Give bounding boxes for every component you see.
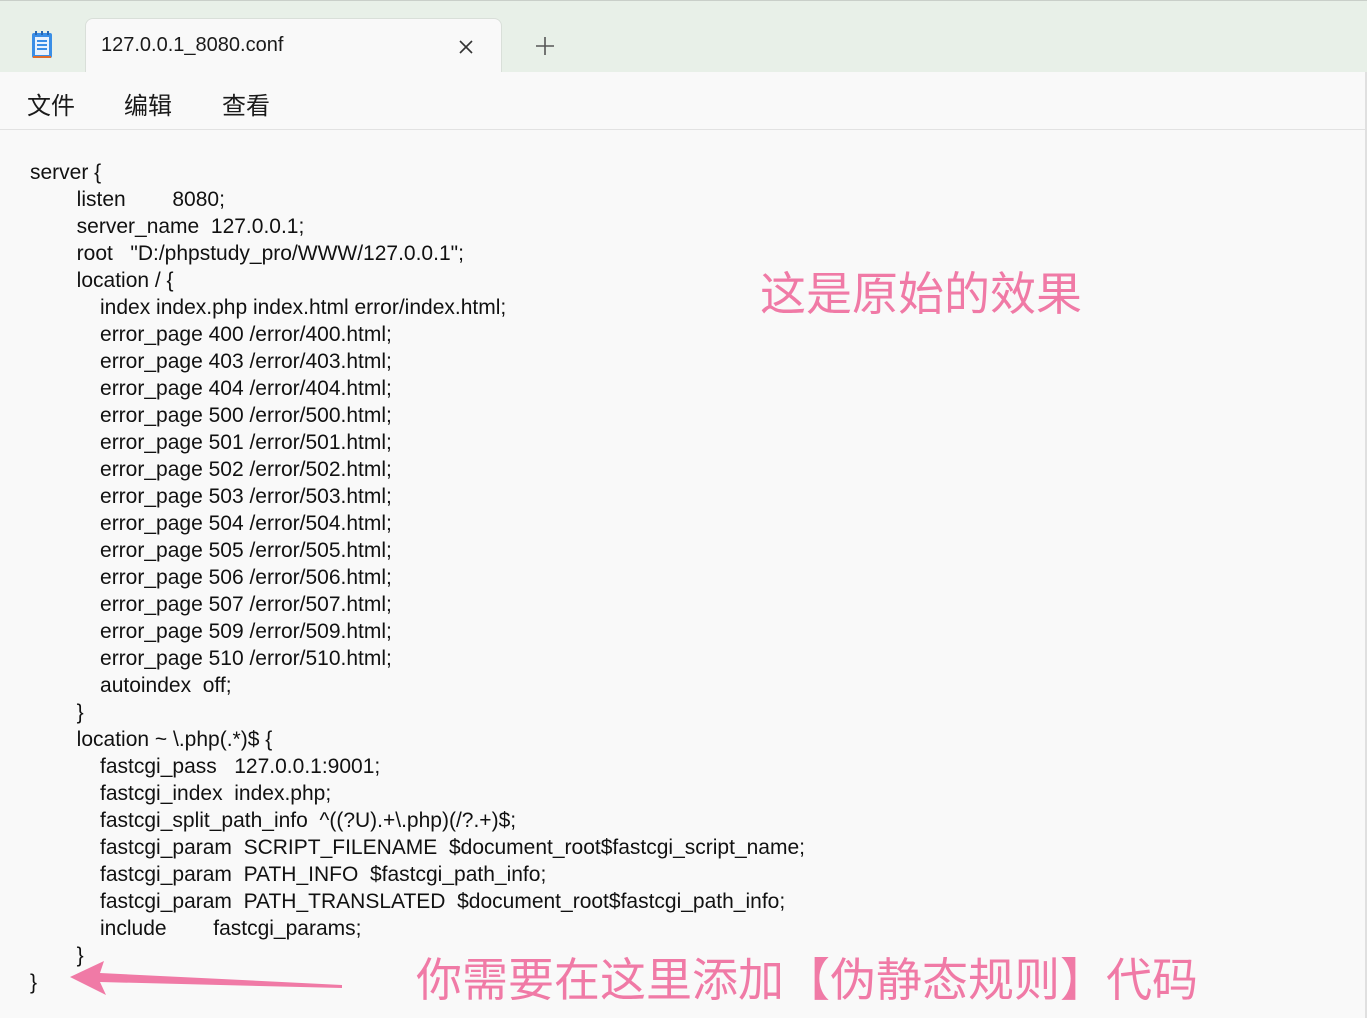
code-line[interactable]: error_page 500 /error/500.html; [30,402,392,429]
code-line[interactable]: location ~ \.php(.*)$ { [30,726,273,753]
code-line[interactable]: fastcgi_pass 127.0.0.1:9001; [30,753,380,780]
code-line[interactable]: error_page 510 /error/510.html; [30,645,392,672]
tab-title: 127.0.0.1_8080.conf [101,34,284,56]
code-line[interactable]: root "D:/phpstudy_pro/WWW/127.0.0.1"; [30,240,464,267]
menu-bar: 文件 编辑 查看 [0,72,1367,130]
code-line[interactable]: error_page 505 /error/505.html; [30,537,392,564]
code-line[interactable]: error_page 504 /error/504.html; [30,510,392,537]
code-line[interactable]: fastcgi_split_path_info ^((?U).+\.php)(/… [30,807,516,834]
code-line[interactable]: autoindex off; [30,672,232,699]
code-line[interactable]: error_page 502 /error/502.html; [30,456,392,483]
code-line[interactable]: fastcgi_param PATH_INFO $fastcgi_path_in… [30,861,546,888]
annotation-original-effect: 这是原始的效果 [760,267,1082,321]
arrow-icon [70,961,342,995]
code-line[interactable]: error_page 503 /error/503.html; [30,483,392,510]
plus-icon[interactable] [530,31,560,61]
code-line[interactable]: location / { [30,267,174,294]
code-line[interactable]: error_page 509 /error/509.html; [30,618,392,645]
code-line[interactable]: server_name 127.0.0.1; [30,213,305,240]
code-line[interactable]: error_page 507 /error/507.html; [30,591,392,618]
code-line[interactable]: fastcgi_param PATH_TRANSLATED $document_… [30,888,785,915]
code-line[interactable]: index index.php index.html error/index.h… [30,294,506,321]
code-line[interactable]: error_page 403 /error/403.html; [30,348,392,375]
code-line[interactable]: fastcgi_param SCRIPT_FILENAME $document_… [30,834,805,861]
menu-file[interactable]: 文件 [27,86,75,121]
title-bar: 127.0.0.1_8080.conf [0,0,1367,74]
code-line[interactable]: server { [30,159,101,186]
code-line[interactable]: error_page 501 /error/501.html; [30,429,392,456]
text-editor[interactable]: server { listen 8080; server_name 127.0.… [0,130,1367,1018]
annotation-add-here: 你需要在这里添加【伪静态规则】代码 [416,953,1198,1007]
code-line[interactable]: include fastcgi_params; [30,915,361,942]
code-line[interactable]: fastcgi_index index.php; [30,780,331,807]
code-line[interactable]: error_page 506 /error/506.html; [30,564,392,591]
notepad-icon [31,31,53,59]
code-line[interactable]: } [30,969,37,996]
code-line[interactable]: listen 8080; [30,186,225,213]
code-line[interactable]: error_page 404 /error/404.html; [30,375,392,402]
tab-file[interactable]: 127.0.0.1_8080.conf [85,18,502,74]
code-line[interactable]: error_page 400 /error/400.html; [30,321,392,348]
close-icon[interactable] [452,33,480,61]
menu-edit[interactable]: 编辑 [124,86,172,121]
menu-view[interactable]: 查看 [222,86,270,121]
code-line[interactable]: } [30,699,84,726]
